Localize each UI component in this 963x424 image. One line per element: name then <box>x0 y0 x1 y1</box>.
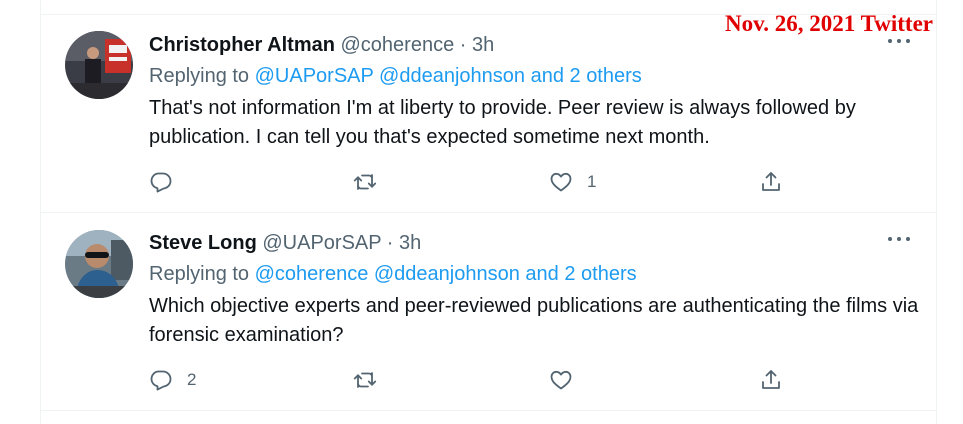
reply-bubble-icon <box>150 370 172 391</box>
tweet-actions: 1 <box>149 167 789 197</box>
replying-to-mentions[interactable]: @coherence @ddeanjohnson and 2 others <box>255 263 637 285</box>
share-icon <box>762 172 780 191</box>
retweet-button[interactable] <box>353 167 391 197</box>
like-button[interactable] <box>549 365 587 395</box>
replying-to-mentions[interactable]: @UAPorSAP @ddeanjohnson and 2 others <box>255 65 642 87</box>
timestamp[interactable]: 3h <box>399 232 421 254</box>
share-icon <box>762 370 780 389</box>
separator: · <box>386 232 394 254</box>
retweet-button[interactable] <box>353 365 391 395</box>
replying-to-label: Replying to <box>149 263 250 285</box>
separator: · <box>459 34 467 56</box>
like-button[interactable]: 1 <box>549 167 596 197</box>
tweet-header: Steve Long @UAPorSAP · 3h <box>149 232 421 255</box>
avatar[interactable] <box>65 230 133 298</box>
share-button[interactable] <box>759 167 783 197</box>
author-handle[interactable]: @coherence <box>341 34 455 56</box>
avatar-photo-presenter <box>65 31 133 99</box>
avatar[interactable] <box>65 31 133 99</box>
reply-bubble-icon <box>150 172 172 193</box>
reply-button[interactable] <box>149 167 187 197</box>
share-button[interactable] <box>759 365 783 395</box>
tweet-feed: Christopher Altman @coherence · 3h Reply… <box>40 0 937 424</box>
tweet-header: Christopher Altman @coherence · 3h <box>149 34 494 57</box>
more-dots-icon[interactable] <box>888 37 910 45</box>
timestamp[interactable]: 3h <box>472 34 494 56</box>
tweet-text: That's not information I'm at liberty to… <box>149 97 856 148</box>
replying-to: Replying to @coherence @ddeanjohnson and… <box>149 263 637 286</box>
author-name[interactable]: Christopher Altman <box>149 34 335 56</box>
reply-count: 2 <box>187 370 197 389</box>
retweet-icon <box>353 174 377 190</box>
heart-icon <box>550 172 572 192</box>
author-name[interactable]: Steve Long <box>149 232 257 254</box>
replying-to: Replying to @UAPorSAP @ddeanjohnson and … <box>149 65 642 88</box>
like-count: 1 <box>587 172 597 191</box>
tweet-actions: 2 <box>149 365 789 395</box>
tweet[interactable]: Steve Long @UAPorSAP · 3h Replying to @c… <box>41 213 936 411</box>
tweet-text: Which objective experts and peer-reviewe… <box>149 295 919 346</box>
avatar-photo-sunglasses <box>65 230 133 298</box>
next-tweet-edge <box>41 411 936 424</box>
author-handle[interactable]: @UAPorSAP <box>262 232 381 254</box>
heart-icon <box>550 370 572 390</box>
reply-button[interactable]: 2 <box>149 365 196 395</box>
tweet[interactable]: Christopher Altman @coherence · 3h Reply… <box>41 14 936 213</box>
replying-to-label: Replying to <box>149 65 250 87</box>
more-dots-icon[interactable] <box>888 235 910 243</box>
retweet-icon <box>353 372 377 388</box>
